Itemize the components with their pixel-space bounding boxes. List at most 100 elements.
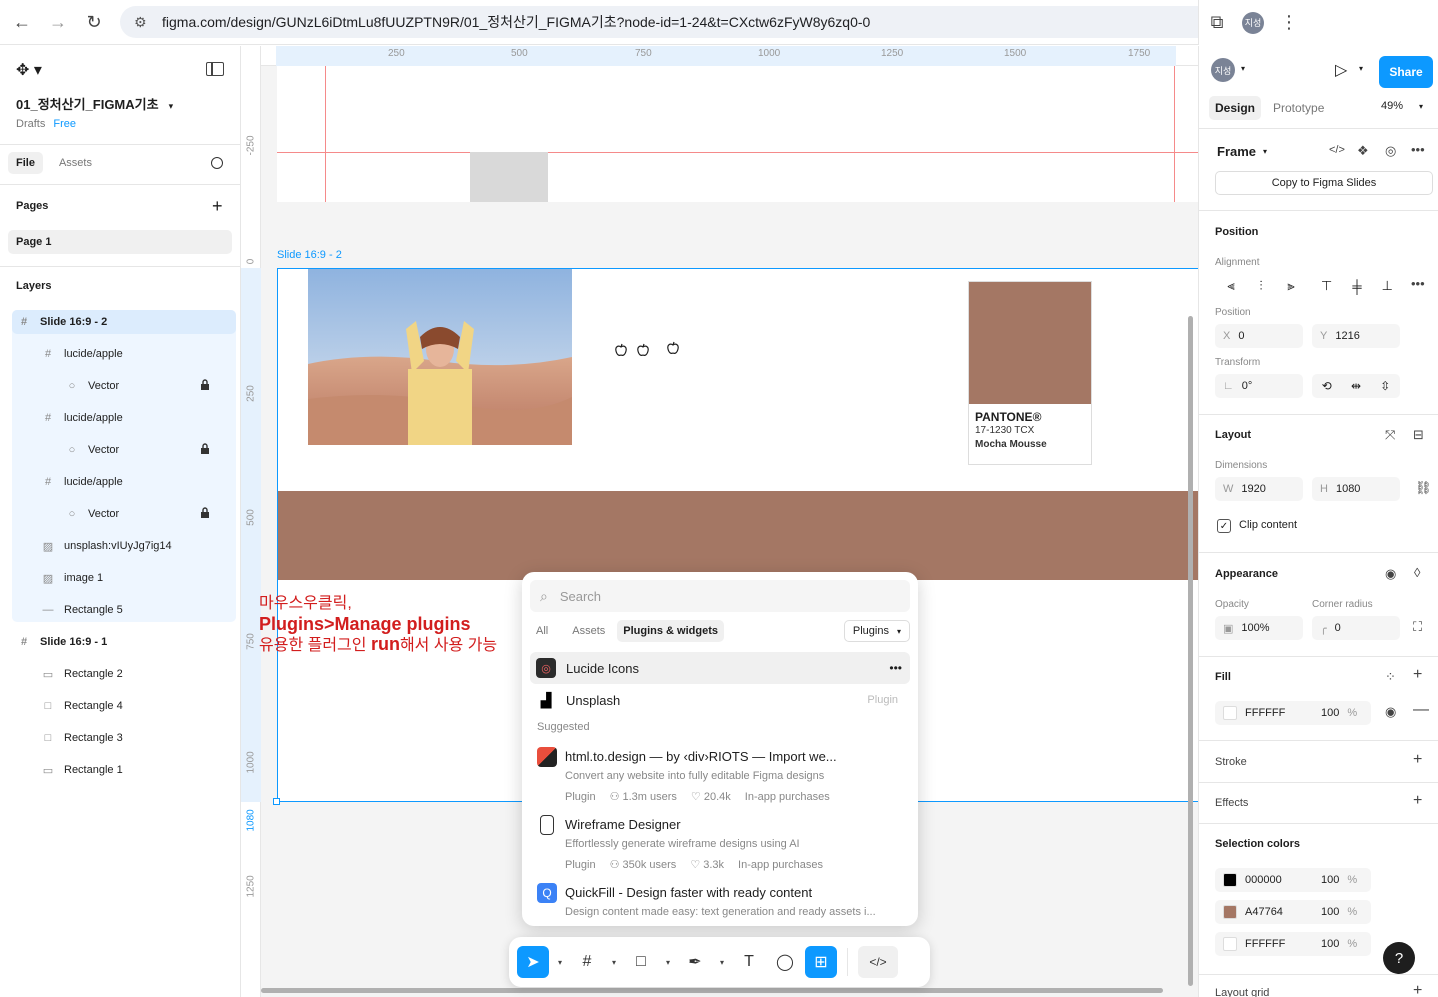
- layer-item[interactable]: □ Rectangle 4: [40, 690, 123, 722]
- selection-color-row[interactable]: A47764 100%: [1215, 900, 1371, 924]
- component-icon[interactable]: ❖: [1357, 143, 1369, 159]
- horizontal-scrollbar[interactable]: [261, 988, 1163, 993]
- align-center-h-icon[interactable]: ⫶: [1259, 278, 1262, 294]
- profile-button[interactable]: 지성: [1235, 5, 1271, 41]
- add-page-icon[interactable]: +: [212, 196, 223, 217]
- rectangle-tool-icon[interactable]: □: [625, 946, 657, 978]
- plugin-unsplash[interactable]: ▟ Unsplash Plugin: [530, 684, 910, 716]
- tab-design[interactable]: Design: [1209, 96, 1262, 120]
- add-layout-grid-icon[interactable]: +: [1413, 982, 1422, 997]
- lucide-apple-icon[interactable]: [614, 343, 628, 357]
- unsplash-image[interactable]: [308, 269, 572, 445]
- rotation-field[interactable]: ∟ 0°: [1215, 374, 1303, 398]
- color-swatch[interactable]: [1223, 937, 1237, 951]
- align-bottom-icon[interactable]: ⊥: [1382, 278, 1393, 294]
- opacity-field[interactable]: ▣ 100%: [1215, 616, 1303, 640]
- chevron-down-icon[interactable]: ▾: [553, 958, 567, 967]
- chevron-down-icon[interactable]: ▾: [715, 958, 729, 967]
- clip-content-checkbox[interactable]: ✓: [1217, 519, 1231, 533]
- rectangle-2[interactable]: [470, 152, 548, 202]
- selection-handle[interactable]: [273, 798, 280, 805]
- forward-icon[interactable]: →: [40, 4, 76, 40]
- pen-tool-icon[interactable]: ✒: [679, 946, 711, 978]
- address-bar[interactable]: ⚙ figma.com/design/GUNzL6iDtmLu8fUUZPTN9…: [120, 6, 1300, 38]
- eye-icon[interactable]: ◉: [1385, 704, 1396, 720]
- layer-item[interactable]: □ Rectangle 3: [40, 722, 123, 754]
- add-stroke-icon[interactable]: +: [1413, 751, 1422, 769]
- vertical-scrollbar[interactable]: [1188, 316, 1193, 986]
- lucide-apple-icon[interactable]: [666, 341, 680, 355]
- layer-item[interactable]: ▨ image 1: [40, 562, 103, 594]
- eye-icon[interactable]: ◉: [1385, 566, 1396, 582]
- corner-radius-field[interactable]: ╭ 0: [1312, 616, 1400, 640]
- chevron-down-icon[interactable]: ▾: [1241, 64, 1245, 73]
- chevron-down-icon[interactable]: ▾: [607, 958, 621, 967]
- user-avatar[interactable]: 지성: [1211, 58, 1235, 82]
- lock-icon[interactable]: [200, 507, 210, 519]
- mask-icon[interactable]: ◎: [1385, 143, 1396, 159]
- chevron-down-icon[interactable]: ▾: [1419, 102, 1423, 111]
- layer-item[interactable]: — Rectangle 5: [40, 594, 123, 626]
- browser-menu-icon[interactable]: ⋮: [1271, 5, 1307, 41]
- dev-mode-icon[interactable]: </>: [858, 946, 898, 978]
- layer-item[interactable]: # lucide/apple: [40, 402, 123, 434]
- tab-prototype[interactable]: Prototype: [1267, 96, 1330, 120]
- align-top-icon[interactable]: ⊤: [1321, 278, 1332, 294]
- text-tool-icon[interactable]: T: [733, 946, 765, 978]
- x-field[interactable]: X0: [1215, 324, 1303, 348]
- align-left-icon[interactable]: ⫷: [1227, 278, 1234, 294]
- independent-corners-icon[interactable]: ⛶: [1413, 619, 1422, 635]
- plugin-filter-select[interactable]: Plugins ▾: [843, 620, 910, 642]
- width-field[interactable]: W 1920: [1215, 477, 1303, 501]
- layer-item[interactable]: # lucide/apple: [40, 338, 123, 370]
- auto-layout-icon[interactable]: ⊟: [1413, 427, 1424, 443]
- layer-item[interactable]: ○ Vector: [64, 370, 209, 402]
- slide-label[interactable]: Slide 16:9 - 2: [277, 249, 342, 261]
- zoom-level[interactable]: 49%: [1381, 100, 1403, 112]
- page-item[interactable]: Page 1: [8, 230, 232, 254]
- reload-icon[interactable]: ↻: [76, 4, 112, 40]
- fill-swatch[interactable]: [1223, 706, 1237, 720]
- help-button[interactable]: ?: [1383, 942, 1415, 974]
- file-title[interactable]: 01_정처산기_FIGMA기초 ▾: [16, 94, 173, 113]
- share-button[interactable]: Share: [1379, 56, 1433, 88]
- more-options-icon[interactable]: •••: [1411, 142, 1425, 157]
- selection-color-row[interactable]: 000000 100%: [1215, 868, 1371, 892]
- styles-icon[interactable]: ⁘: [1385, 669, 1396, 685]
- toggle-sidebar-icon[interactable]: [206, 62, 224, 76]
- lock-icon[interactable]: [200, 443, 210, 455]
- resize-to-fit-icon[interactable]: ⤧: [1385, 427, 1395, 443]
- align-middle-icon[interactable]: ╪: [1352, 279, 1361, 294]
- chevron-down-icon[interactable]: ▾: [661, 958, 675, 967]
- drafts-link[interactable]: Drafts: [16, 118, 45, 130]
- height-field[interactable]: H 1080: [1312, 477, 1400, 501]
- layer-item[interactable]: # Slide 16:9 - 2: [16, 306, 107, 338]
- y-field[interactable]: Y 1216: [1312, 324, 1400, 348]
- comment-tool-icon[interactable]: ◯: [769, 946, 801, 978]
- rotate-icon[interactable]: ⟲: [1322, 379, 1332, 393]
- fill-field[interactable]: FFFFFF 100%: [1215, 701, 1371, 725]
- chevron-down-icon[interactable]: ▾: [1359, 64, 1363, 73]
- code-icon[interactable]: </>: [1329, 144, 1345, 156]
- present-play-icon[interactable]: ▷: [1335, 60, 1347, 80]
- move-tool-icon[interactable]: ➤: [517, 946, 549, 978]
- search-icon[interactable]: [211, 157, 223, 169]
- more-options-icon[interactable]: •••: [889, 661, 902, 675]
- align-right-icon[interactable]: ⫸: [1287, 278, 1294, 294]
- color-swatch[interactable]: [1223, 873, 1237, 887]
- plugin-lucide-icons[interactable]: ◎ Lucide Icons •••: [530, 652, 910, 684]
- copy-to-slides-button[interactable]: Copy to Figma Slides: [1215, 171, 1433, 195]
- chevron-down-icon[interactable]: ▾: [1263, 147, 1267, 156]
- back-icon[interactable]: ←: [4, 4, 40, 40]
- plugin-search-input[interactable]: ⌕ Search: [530, 580, 910, 612]
- constrain-proportions-icon[interactable]: ⛓: [1415, 480, 1432, 496]
- site-info-icon[interactable]: ⚙: [134, 14, 152, 31]
- lock-icon[interactable]: [200, 379, 210, 391]
- frame-tool-icon[interactable]: #: [571, 946, 603, 978]
- more-options-icon[interactable]: •••: [1411, 276, 1425, 291]
- tab-plugins-widgets[interactable]: Plugins & widgets: [617, 620, 724, 642]
- actions-tool-icon[interactable]: ⊞: [805, 946, 837, 978]
- extensions-icon[interactable]: ⧉: [1199, 5, 1235, 41]
- add-fill-icon[interactable]: +: [1413, 666, 1422, 684]
- lucide-apple-icon[interactable]: [636, 343, 650, 357]
